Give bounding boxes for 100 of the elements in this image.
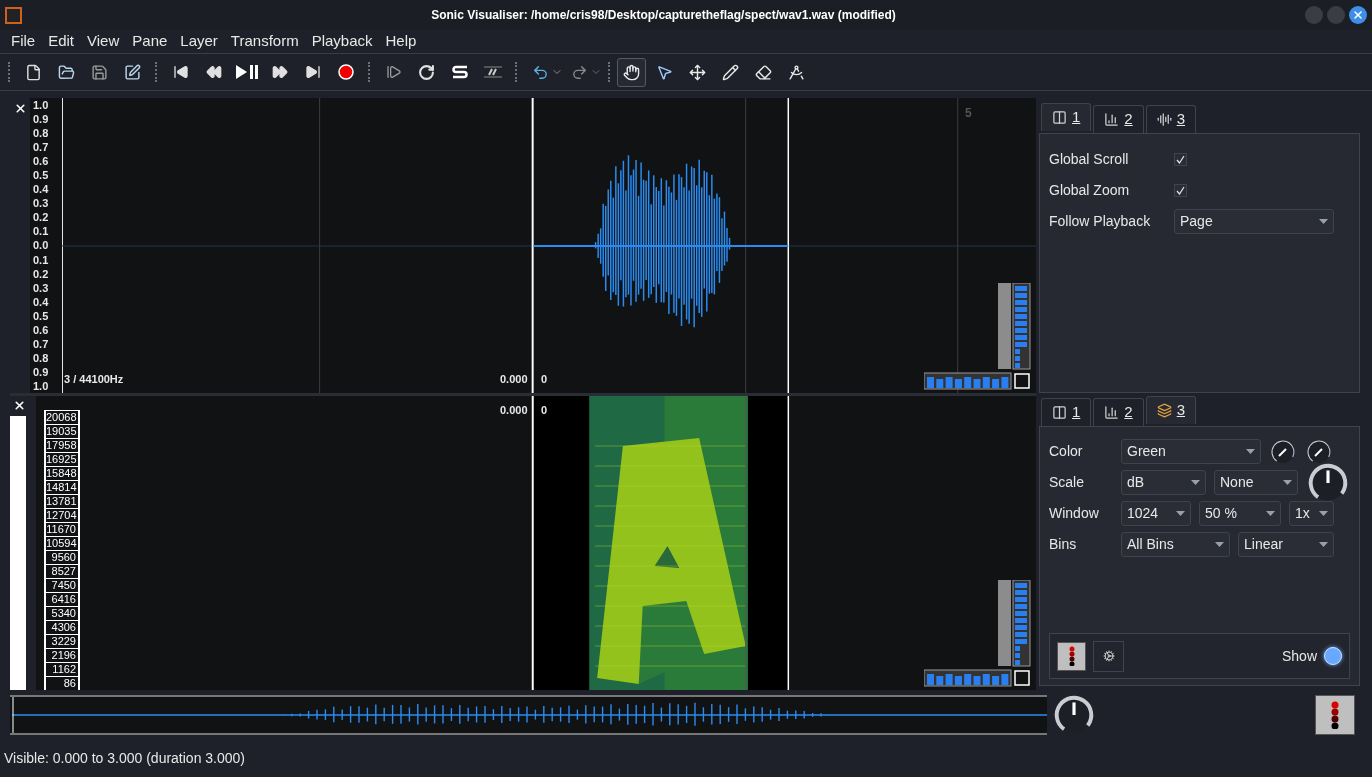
color-map-button[interactable] [1057, 641, 1086, 671]
dropdown[interactable]: None [1214, 470, 1298, 495]
frequency-label: 3229 [46, 634, 78, 648]
frequency-label: 19035 [46, 424, 78, 438]
checkbox[interactable] [1174, 184, 1187, 197]
caret-icon [1319, 511, 1328, 516]
tab[interactable]: 1 [1041, 103, 1092, 131]
frequency-label: 16925 [46, 452, 78, 466]
close-button[interactable] [1349, 6, 1367, 24]
caret-icon [1176, 511, 1185, 516]
checkbox[interactable] [1174, 153, 1187, 166]
curve-icon [450, 65, 469, 79]
dropdown[interactable]: Page [1174, 209, 1334, 234]
show-radio[interactable] [1324, 647, 1342, 665]
frequency-label: 14814 [46, 480, 78, 494]
dropdown[interactable]: 1024 [1121, 501, 1191, 526]
columns-icon [1052, 405, 1067, 420]
tab[interactable]: 3 [1145, 396, 1197, 424]
scale-label: 0.7 [32, 140, 49, 155]
scale-label: 0.1 [32, 252, 49, 267]
close-icon[interactable] [12, 399, 26, 412]
scale-label: 0.8 [32, 126, 49, 141]
rewind-icon [205, 64, 222, 80]
knob-icon[interactable] [1305, 437, 1333, 466]
scale-label: 1.0 [32, 378, 49, 393]
scale-label: 0.9 [32, 112, 49, 127]
frequency-label: 5340 [46, 606, 78, 620]
app-logo-icon [5, 6, 22, 24]
undo-icon [532, 63, 549, 81]
scale-label: 0.6 [32, 322, 49, 337]
tool-button[interactable] [617, 57, 646, 87]
frequency-label: 1162 [46, 662, 78, 676]
scale-label: 0.3 [32, 280, 49, 295]
color-map-button[interactable] [1315, 695, 1355, 735]
scale-label: 0.2 [32, 266, 49, 281]
close-icon[interactable] [13, 102, 27, 115]
dropdown[interactable]: All Bins [1121, 532, 1230, 557]
menu-item[interactable]: Help [385, 30, 417, 53]
property-label: Color [1049, 442, 1084, 461]
toolbar-grip[interactable] [608, 62, 611, 82]
tab[interactable]: 3 [1145, 105, 1197, 133]
frequency-label: 7450 [46, 578, 78, 592]
scale-label: 0.6 [32, 154, 49, 169]
dropdown[interactable]: 50 % [1199, 501, 1281, 526]
frame-label: 0 [541, 371, 548, 387]
menu-item[interactable]: Playback [311, 30, 373, 53]
option-label: Global Scroll [1049, 150, 1130, 169]
caret-icon [1246, 449, 1255, 454]
scale-label: 0.3 [32, 196, 49, 211]
time-label: 0.000 [500, 403, 528, 418]
dropdown[interactable]: dB [1121, 470, 1206, 495]
option-label: Follow Playback [1049, 212, 1152, 231]
folder-icon [58, 63, 75, 81]
close-icon [1352, 9, 1364, 21]
scale-label: 0.9 [32, 364, 49, 379]
option-label: Global Zoom [1049, 181, 1131, 200]
tab[interactable]: 2 [1093, 105, 1144, 133]
caret-icon [1191, 480, 1200, 485]
menu-item[interactable]: View [87, 30, 120, 53]
step-forward-icon [385, 64, 402, 80]
pointer-icon [656, 63, 673, 81]
toolbar-grip[interactable] [368, 62, 371, 82]
marker-label: 5 [965, 105, 972, 122]
move-icon [689, 63, 706, 81]
settings-button[interactable] [1093, 640, 1124, 672]
menu-item[interactable]: File [11, 30, 36, 53]
knob-icon[interactable] [1269, 437, 1297, 466]
time-label: 0.000 [500, 371, 528, 387]
show-label: Show [1281, 646, 1317, 666]
bar-chart-icon [1104, 112, 1120, 127]
property-label: Scale [1049, 473, 1086, 492]
toolbar-grip[interactable] [155, 62, 158, 82]
menu-item[interactable]: Edit [48, 30, 75, 53]
menu-item[interactable]: Transform [230, 30, 299, 53]
frequency-label: 4306 [46, 620, 78, 634]
dropdown[interactable]: 1x [1289, 501, 1334, 526]
property-label: Window [1049, 504, 1100, 523]
play-pause-icon [235, 65, 258, 79]
frequency-label: 6416 [46, 592, 78, 606]
scale-label: 0.5 [32, 168, 49, 183]
scale-label: 0.0 [32, 238, 49, 253]
menu-item[interactable]: Layer [180, 30, 218, 53]
loop-icon [418, 63, 435, 81]
dots-icon [1331, 701, 1339, 729]
dropdown[interactable]: Green [1121, 439, 1261, 464]
menu-item[interactable]: Pane [132, 30, 168, 53]
frequency-label: 13781 [46, 494, 78, 508]
frequency-label: 9560 [46, 550, 78, 564]
slash-lines-icon [483, 66, 502, 78]
caret-icon [1266, 511, 1275, 516]
status-text: Visible: 0.000 to 3.000 (duration 3.000) [4, 749, 246, 768]
toolbar-grip[interactable] [515, 62, 518, 82]
tab[interactable]: 2 [1093, 398, 1144, 426]
toolbar-grip[interactable] [8, 62, 11, 82]
layers-icon [1156, 403, 1172, 418]
scale-label: 0.2 [32, 210, 49, 225]
dropdown[interactable]: Linear [1238, 532, 1334, 557]
waveform-icon [1156, 112, 1172, 127]
tab[interactable]: 1 [1041, 398, 1092, 426]
frequency-label: 12704 [46, 508, 78, 522]
